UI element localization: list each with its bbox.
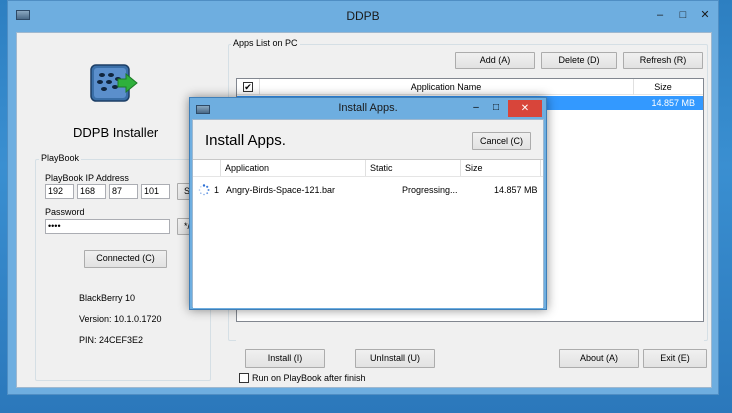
delete-button[interactable]: Delete (D) — [541, 52, 617, 69]
row-application: Angry-Birds-Space-121.bar — [226, 185, 336, 195]
install-list-view[interactable]: Application Static Size 1 Angry-Birds-Sp… — [193, 159, 543, 308]
install-list-header: Application Static Size — [193, 160, 543, 177]
device-version-text: Version: 10.1.0.1720 — [79, 314, 162, 324]
dialog-close-button[interactable]: ✕ — [508, 100, 542, 117]
column-application-name[interactable]: Application Name — [259, 79, 633, 95]
maximize-button[interactable]: □ — [676, 9, 690, 21]
connected-button[interactable]: Connected (C) — [84, 250, 167, 268]
minimize-button[interactable]: – — [653, 9, 667, 21]
ip-octet-1-field[interactable]: 192 — [45, 184, 74, 199]
about-button[interactable]: About (A) — [559, 349, 639, 368]
install-list-row[interactable]: 1 Angry-Birds-Space-121.bar Progressing.… — [193, 182, 543, 198]
uninstall-button[interactable]: UnInstall (U) — [355, 349, 435, 368]
add-button[interactable]: Add (A) — [455, 52, 535, 69]
blackberry-logo-icon — [89, 63, 139, 103]
row-static: Progressing... — [402, 185, 458, 195]
device-pin-text: PIN: 24CEF3E2 — [79, 335, 144, 345]
password-field[interactable]: •••• — [45, 219, 170, 234]
ip-octet-2-field[interactable]: 168 — [77, 184, 106, 199]
select-all-checkbox[interactable]: ✔ — [243, 82, 253, 92]
dialog-minimize-button[interactable]: – — [469, 101, 483, 115]
password-label: Password — [45, 207, 85, 217]
ip-address-label: PlayBook IP Address — [45, 173, 129, 183]
apps-list-header: ✔ Application Name Size — [237, 79, 703, 95]
ip-octet-4-field[interactable]: 101 — [141, 184, 170, 199]
column-application[interactable]: Application — [221, 160, 366, 176]
run-after-finish-checkbox[interactable] — [239, 373, 249, 383]
column-size[interactable]: Size — [461, 160, 541, 176]
window-title: DDPB — [346, 9, 380, 23]
apps-list-group-label: Apps List on PC — [231, 38, 300, 48]
spinner-icon — [198, 184, 210, 196]
cancel-button[interactable]: Cancel (C) — [472, 132, 531, 150]
refresh-button[interactable]: Refresh (R) — [623, 52, 703, 69]
install-apps-dialog: Install Apps. – □ ✕ Install Apps. Cancel… — [189, 97, 547, 310]
exit-button[interactable]: Exit (E) — [643, 349, 707, 368]
ip-octet-3-field[interactable]: 87 — [109, 184, 138, 199]
close-button[interactable]: ✕ — [698, 9, 712, 21]
playbook-group-label: PlayBook — [39, 153, 82, 163]
row-index: 1 — [214, 185, 220, 195]
dialog-heading: Install Apps. — [205, 132, 286, 149]
install-button[interactable]: Install (I) — [245, 349, 325, 368]
run-after-finish-label: Run on PlayBook after finish — [252, 373, 366, 383]
device-name-text: BlackBerry 10 — [79, 293, 136, 303]
dialog-maximize-button[interactable]: □ — [489, 101, 503, 115]
row-size: 14.857 MB — [494, 185, 538, 195]
app-name-heading: DDPB Installer — [73, 125, 159, 140]
dialog-client-area: Install Apps. Cancel (C) Application Sta… — [192, 119, 544, 308]
column-size[interactable]: Size — [633, 79, 693, 95]
row-size: 14.857 MB — [651, 98, 695, 108]
column-static[interactable]: Static — [366, 160, 461, 176]
